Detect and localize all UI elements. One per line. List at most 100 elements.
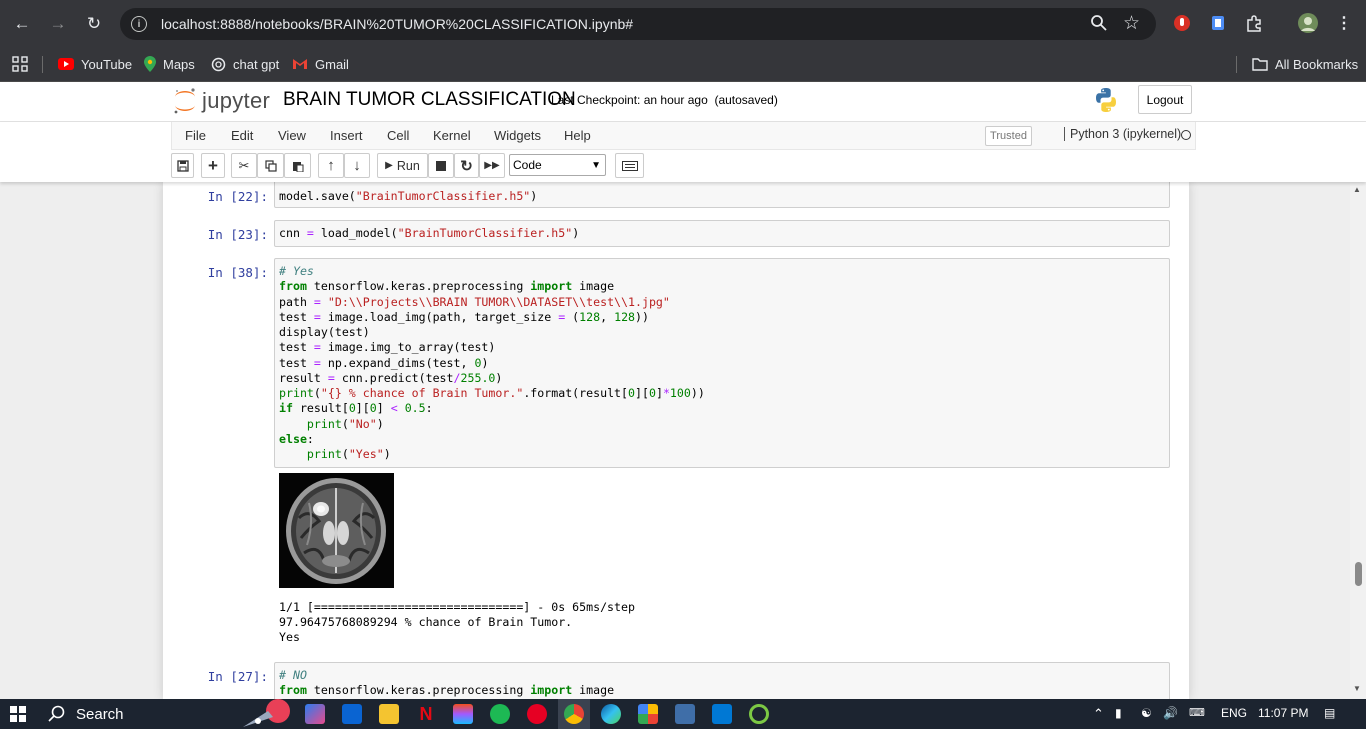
zoom-icon[interactable] <box>1090 14 1108 37</box>
site-info-icon[interactable]: i <box>131 16 147 32</box>
copilot-icon[interactable] <box>305 704 325 724</box>
scroll-down-icon[interactable]: ▼ <box>1353 684 1361 693</box>
move-up-icon[interactable]: ↑ <box>318 153 344 178</box>
menu-kernel[interactable]: Kernel <box>433 128 471 143</box>
bookmark-label: chat gpt <box>233 56 280 72</box>
kernel-name[interactable]: Python 3 (ipykernel) <box>1064 127 1181 141</box>
menu-widgets[interactable]: Widgets <box>494 128 541 143</box>
bookmarks-bar: YouTube Maps chat gpt Gmail All Bookmark… <box>0 47 1366 82</box>
jupyter-logo[interactable]: jupyter <box>173 86 273 116</box>
file-explorer-icon[interactable] <box>379 704 399 724</box>
battery-icon[interactable]: ▮ <box>1115 706 1122 720</box>
vscode-icon[interactable] <box>712 704 732 724</box>
save-icon[interactable] <box>171 153 194 178</box>
code-cell-input[interactable]: cnn = load_model("BrainTumorClassifier.h… <box>274 220 1170 247</box>
app-icon[interactable] <box>675 704 695 724</box>
restart-run-all-icon[interactable]: ▶▶ <box>479 153 505 178</box>
language-indicator[interactable]: ENG <box>1221 706 1247 720</box>
move-down-icon[interactable]: ↓ <box>344 153 370 178</box>
profile-avatar[interactable] <box>1297 12 1319 34</box>
folder-icon <box>1252 58 1268 71</box>
insert-cell-icon[interactable]: + <box>201 153 225 178</box>
spotify-icon[interactable] <box>490 704 510 724</box>
notebook-scrollbar[interactable]: ▲ ▼ <box>1350 182 1366 699</box>
windows-taskbar: Search N ⌃ ▮ ☯ 🔊 ⌨ ENG 11:07 PM ▤ <box>0 699 1366 729</box>
extension-blue-icon[interactable] <box>1209 14 1227 32</box>
gmail-icon <box>293 59 307 69</box>
extension-red-icon[interactable] <box>1173 14 1191 32</box>
menu-insert[interactable]: Insert <box>330 128 363 143</box>
volume-icon[interactable]: 🔊 <box>1163 706 1178 720</box>
maps-pin-icon <box>144 56 156 72</box>
bookmark-youtube[interactable]: YouTube <box>58 54 132 74</box>
bookmark-star-icon[interactable]: ☆ <box>1123 12 1140 35</box>
edge-icon[interactable] <box>601 704 621 724</box>
menu-file[interactable]: File <box>185 128 206 143</box>
logout-button[interactable]: Logout <box>1138 85 1192 114</box>
chevron-down-icon: ▼ <box>591 159 601 171</box>
taskbar-search[interactable]: Search <box>38 699 298 729</box>
netflix-icon[interactable]: N <box>416 704 436 724</box>
run-label: Run <box>396 158 420 173</box>
browser-toolbar: ← → ↻ i localhost:8888/notebooks/BRAIN%2… <box>0 0 1366 47</box>
copy-icon[interactable] <box>257 153 284 178</box>
menu-cell[interactable]: Cell <box>387 128 409 143</box>
last-checkpoint: Last Checkpoint: an hour ago <box>551 93 708 107</box>
apps-grid-icon[interactable] <box>12 54 28 74</box>
menu-view[interactable]: View <box>278 128 306 143</box>
menu-edit[interactable]: Edit <box>231 128 253 143</box>
jupyter-header: jupyter BRAIN TUMOR CLASSIFICATION Last … <box>0 82 1366 122</box>
bookmark-maps[interactable]: Maps <box>144 54 195 74</box>
interrupt-icon[interactable] <box>428 153 454 178</box>
notifications-icon[interactable]: ▤ <box>1324 706 1335 720</box>
outlook-icon[interactable] <box>342 704 362 724</box>
output-answer: Yes <box>279 630 300 644</box>
windows-start-icon[interactable] <box>10 706 26 725</box>
output-progress: 1/1 [==============================] - 0… <box>279 600 635 614</box>
reload-icon[interactable]: ↻ <box>82 12 106 36</box>
bookmark-label: Maps <box>163 56 195 72</box>
bookmark-chat-gpt[interactable]: chat gpt <box>211 54 279 74</box>
menu-help[interactable]: Help <box>564 128 591 143</box>
chrome-icon[interactable] <box>564 704 584 724</box>
restart-icon[interactable]: ↻ <box>454 153 479 178</box>
notebook-container: In [22]: model.save("BrainTumorClassifie… <box>0 182 1366 699</box>
pinterest-icon[interactable] <box>527 704 547 724</box>
bookmark-gmail[interactable]: Gmail <box>292 54 349 74</box>
trusted-indicator[interactable]: Trusted <box>985 126 1032 146</box>
command-palette-icon[interactable] <box>615 153 644 178</box>
mri-output-image <box>279 473 394 588</box>
photos-icon[interactable] <box>638 704 658 724</box>
search-label: Search <box>76 705 124 723</box>
forward-icon[interactable]: → <box>46 12 70 36</box>
cell-prompt: In [23]: <box>207 227 268 242</box>
address-bar[interactable]: i localhost:8888/notebooks/BRAIN%20TUMOR… <box>120 8 1156 40</box>
all-bookmarks-label: All Bookmarks <box>1275 56 1359 72</box>
extensions-puzzle-icon[interactable] <box>1245 14 1263 32</box>
run-button[interactable]: ▶ Run <box>377 153 428 178</box>
cut-icon[interactable]: ✂ <box>231 153 257 178</box>
code-cell-input[interactable]: # NO from tensorflow.keras.preprocessing… <box>274 662 1170 699</box>
back-icon[interactable]: ← <box>10 12 34 36</box>
python-logo-icon <box>1093 87 1119 113</box>
clock[interactable]: 11:07 PM <box>1258 706 1308 720</box>
keyboard-icon[interactable]: ⌨ <box>1189 706 1205 719</box>
code-cell-input[interactable]: model.save("BrainTumorClassifier.h5") <box>274 182 1170 208</box>
notebook-title[interactable]: BRAIN TUMOR CLASSIFICATION <box>283 89 576 111</box>
output-chance: 97.96475768089294 % chance of Brain Tumo… <box>279 615 573 629</box>
figma-icon[interactable] <box>453 704 473 724</box>
bookmark-label: YouTube <box>81 56 133 72</box>
code-cell-input[interactable]: # Yes from tensorflow.keras.preprocessin… <box>274 258 1170 468</box>
jupyter-logo-icon <box>174 88 195 114</box>
all-bookmarks[interactable]: All Bookmarks <box>1252 54 1358 74</box>
notebook-toolbar-area: File Edit View Insert Cell Kernel Widget… <box>0 122 1366 182</box>
browser-menu-icon[interactable]: ⋮ <box>1336 13 1352 33</box>
scrollbar-thumb[interactable] <box>1355 562 1362 586</box>
paste-icon[interactable] <box>284 153 311 178</box>
wifi-icon[interactable]: ☯ <box>1141 706 1152 720</box>
tray-chevron-icon[interactable]: ⌃ <box>1093 706 1104 722</box>
scroll-up-icon[interactable]: ▲ <box>1353 185 1361 194</box>
app-ring-icon[interactable] <box>749 704 769 724</box>
address-url: localhost:8888/notebooks/BRAIN%20TUMOR%2… <box>161 16 634 32</box>
cell-type-select[interactable]: Code ▼ <box>509 154 606 176</box>
